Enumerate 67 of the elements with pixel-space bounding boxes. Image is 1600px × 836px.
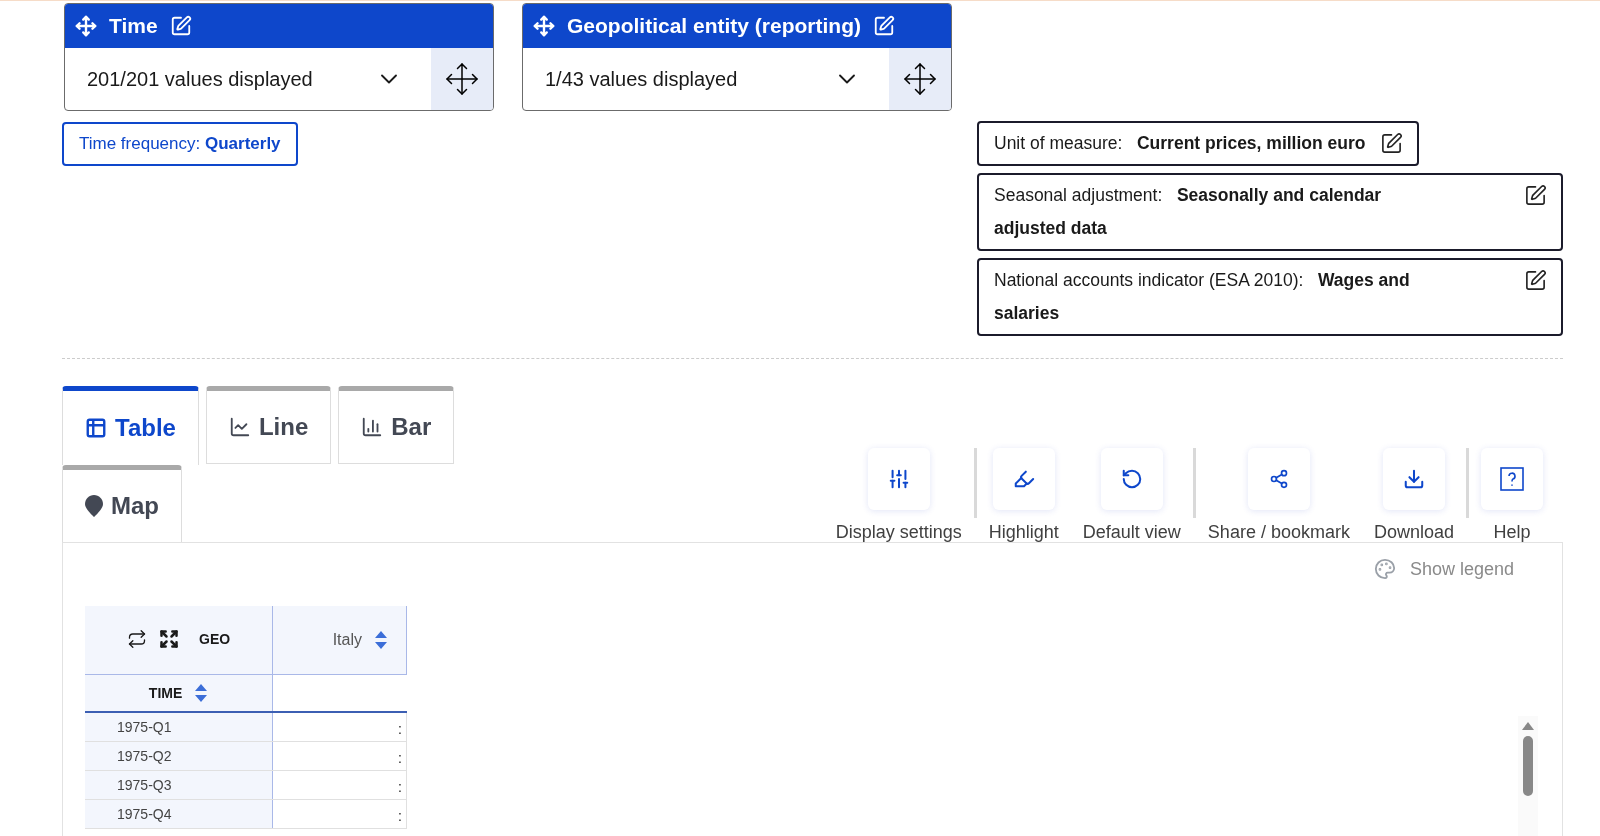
move-button[interactable] <box>431 48 493 110</box>
toolbar-label: Display settings <box>835 522 962 543</box>
dimension-title: Time <box>109 14 158 38</box>
table-cell: : <box>272 741 407 771</box>
highlighter-icon <box>1012 468 1035 490</box>
move-icon <box>902 61 938 97</box>
row-label: 1975-Q3 <box>85 770 273 800</box>
toolbar-label: Highlight <box>988 522 1059 543</box>
reset-icon <box>1120 468 1143 490</box>
move-button[interactable] <box>889 48 951 110</box>
scrollbar[interactable] <box>1518 716 1538 836</box>
column-header: GEO <box>199 630 231 647</box>
edit-icon[interactable] <box>873 15 895 37</box>
share-icon <box>1268 469 1289 489</box>
filter-text: Seasonal adjustment: Seasonally and calendar adjusted data <box>994 184 1383 240</box>
swap-icon[interactable] <box>127 628 147 649</box>
sort-icon[interactable] <box>194 683 209 703</box>
scroll-thumb[interactable] <box>1523 736 1533 796</box>
view-tab[interactable]: Map <box>62 465 182 543</box>
view-tab[interactable]: Bar <box>338 386 455 464</box>
sort-icon[interactable] <box>374 630 388 650</box>
row-label: 1975-Q2 <box>85 741 273 771</box>
scroll-up-icon[interactable] <box>1522 722 1534 730</box>
table-icon <box>85 417 107 439</box>
toolbar-button[interactable] <box>1100 448 1163 510</box>
line-chart-icon <box>228 416 251 438</box>
view-tab[interactable]: Line <box>205 386 332 464</box>
toolbar-button[interactable] <box>1247 448 1310 510</box>
toolbar-label: Download <box>1373 522 1454 543</box>
filter-text: Unit of measure: Current prices, million euro <box>994 132 1366 155</box>
column-header: Italy <box>332 631 362 649</box>
edit-button[interactable] <box>1379 132 1403 155</box>
table-cell: : <box>272 770 407 800</box>
download-icon <box>1402 468 1425 490</box>
edit-button[interactable] <box>1524 184 1547 207</box>
toolbar-label: Default view <box>1082 522 1181 543</box>
drag-handle-icon[interactable] <box>75 15 97 37</box>
edit-icon[interactable] <box>169 15 192 37</box>
values-summary: 1/43 values displayed <box>545 67 738 91</box>
row-header: TIME <box>148 685 183 701</box>
values-dropdown[interactable]: 201/201 values displayed <box>65 48 431 110</box>
help-icon <box>1500 467 1524 491</box>
view-tab[interactable]: Table <box>62 386 199 465</box>
bar-chart-icon <box>361 416 384 438</box>
table-cell: : <box>272 712 407 742</box>
toolbar-button[interactable] <box>1382 448 1445 510</box>
values-dropdown[interactable]: 1/43 values displayed <box>523 48 889 110</box>
row-label: 1975-Q1 <box>85 712 273 742</box>
toolbar-button[interactable] <box>992 448 1055 510</box>
toolbar-label: Share / bookmark <box>1207 522 1350 543</box>
time-frequency-button[interactable]: Time frequency: Quarterly <box>62 122 298 166</box>
filter-text: National accounts indicator (ESA 2010): Wages and salaries <box>994 269 1411 325</box>
toolbar-label: Help <box>1493 522 1531 543</box>
expand-icon[interactable] <box>159 628 179 649</box>
map-pin-icon <box>85 495 103 517</box>
edit-button[interactable] <box>1524 269 1547 292</box>
move-icon <box>444 61 480 97</box>
show-legend-button[interactable]: Show legend <box>1367 557 1520 581</box>
table-cell: : <box>272 799 407 829</box>
toolbar-button[interactable] <box>867 448 930 510</box>
palette-icon <box>1373 558 1396 580</box>
sliders-icon <box>887 468 910 490</box>
row-label: 1975-Q4 <box>85 799 273 829</box>
values-summary: 201/201 values displayed <box>87 67 313 91</box>
toolbar-button[interactable] <box>1481 448 1543 510</box>
drag-handle-icon[interactable] <box>533 15 555 37</box>
dimension-title: Geopolitical entity (reporting) <box>567 14 861 38</box>
